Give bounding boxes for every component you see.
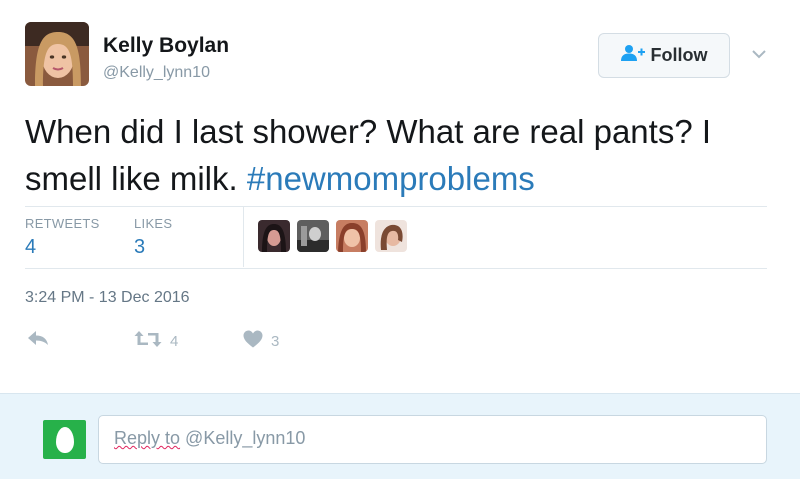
retweet-icon xyxy=(134,330,162,352)
liker-avatar[interactable] xyxy=(336,220,368,252)
likes-count[interactable]: 3 xyxy=(134,236,145,259)
egg-icon xyxy=(55,426,74,453)
add-user-icon xyxy=(620,44,645,67)
reply-prefix: Reply to xyxy=(114,428,181,448)
follow-button[interactable]: Follow xyxy=(598,33,730,78)
reply-composer: Reply to @Kelly_lynn10 xyxy=(0,393,800,479)
author-handle[interactable]: @Kelly_lynn10 xyxy=(103,64,210,82)
egg-avatar xyxy=(43,420,86,459)
divider xyxy=(243,207,244,267)
author-avatar[interactable] xyxy=(25,22,89,86)
retweet-count: 4 xyxy=(170,332,179,350)
tweet-card: Kelly Boylan @Kelly_lynn10 Follow When d… xyxy=(0,0,800,393)
retweets-count[interactable]: 4 xyxy=(25,236,36,259)
retweet-button[interactable]: 4 xyxy=(134,330,178,352)
hashtag-link[interactable]: #newmomproblems xyxy=(247,160,535,197)
tweet-timestamp[interactable]: 3:24 PM - 13 Dec 2016 xyxy=(25,289,190,307)
likes-label: LIKES xyxy=(134,216,173,231)
liker-avatar[interactable] xyxy=(297,220,329,252)
tweet-text: When did I last shower? What are real pa… xyxy=(25,108,785,202)
divider xyxy=(25,268,767,269)
reply-target: @Kelly_lynn10 xyxy=(180,428,306,448)
reply-icon xyxy=(27,330,49,350)
chevron-down-icon[interactable] xyxy=(748,44,770,64)
like-count: 3 xyxy=(271,332,280,350)
heart-icon xyxy=(243,330,263,352)
follow-label: Follow xyxy=(650,45,708,65)
retweets-label: RETWEETS xyxy=(25,216,100,231)
divider xyxy=(25,206,767,207)
like-button[interactable]: 3 xyxy=(243,330,279,352)
liker-avatars xyxy=(258,220,407,252)
author-name[interactable]: Kelly Boylan xyxy=(103,34,229,58)
reply-input[interactable]: Reply to @Kelly_lynn10 xyxy=(98,415,767,464)
liker-avatar[interactable] xyxy=(258,220,290,252)
reply-button[interactable] xyxy=(27,330,49,350)
liker-avatar[interactable] xyxy=(375,220,407,252)
